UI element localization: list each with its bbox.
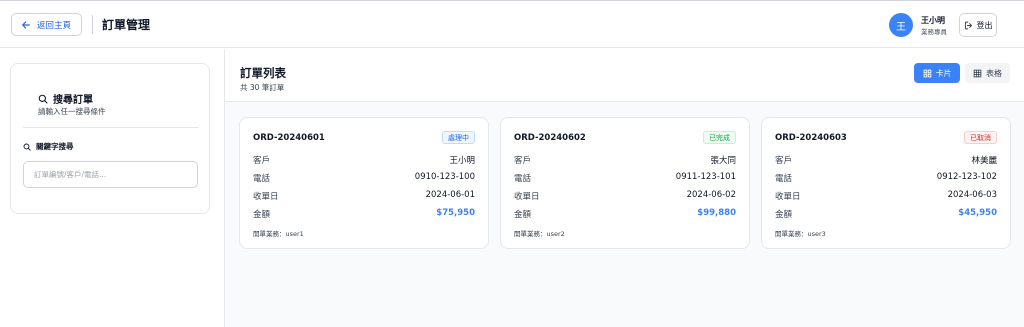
view-table-label: 表格 <box>986 68 1002 78</box>
order-card[interactable]: ORD-20240602 已完成 客戶 張大同 電話 0911-123-101 收單… <box>500 117 750 249</box>
avatar[interactable]: 王 <box>889 13 913 37</box>
phone-row: 電話 0912-123-102 <box>775 172 997 184</box>
status-badge: 已取消 <box>964 131 997 144</box>
page-title: 訂單管理 <box>102 18 151 32</box>
date-label: 收單日 <box>514 192 540 202</box>
customer-value: 張大同 <box>710 156 736 166</box>
logout-icon <box>964 21 972 29</box>
customer-value: 王小明 <box>449 156 475 166</box>
user-role: 業務專員 <box>921 28 947 36</box>
header-divider <box>92 15 93 34</box>
list-title: 訂單列表 <box>240 66 286 80</box>
status-badge: 處理中 <box>442 131 475 144</box>
back-home-button[interactable]: 返回主頁 <box>11 13 82 36</box>
search-title: 搜尋訂單 <box>53 95 93 106</box>
customer-row: 客戶 林美麗 <box>775 154 997 166</box>
amount-row: 金額 $75,950 <box>253 208 475 220</box>
status-badge: 已完成 <box>703 131 736 144</box>
main-content: 訂單列表 共 30 筆訂單 卡片 表格 ORD-20240601 處理中 客戶 王… <box>225 49 1024 327</box>
phone-row: 電話 0911-123-101 <box>514 172 736 184</box>
amount-row: 金額 $99,880 <box>514 208 736 220</box>
amount-label: 金額 <box>514 210 532 220</box>
keyword-label: 關鍵字搜尋 <box>36 142 74 151</box>
keyword-search-input[interactable] <box>23 161 198 188</box>
grid-icon <box>923 69 931 77</box>
amount-value: $99,880 <box>697 208 736 218</box>
back-home-label: 返回主頁 <box>37 20 72 31</box>
sales-person: 開單業務：user1 <box>253 230 304 238</box>
sales-person: 開單業務：user3 <box>775 230 826 238</box>
amount-label: 金額 <box>253 210 271 220</box>
date-value: 2024-06-01 <box>425 190 475 200</box>
date-row: 收單日 2024-06-01 <box>253 190 475 202</box>
order-card[interactable]: ORD-20240603 已取消 客戶 林美麗 電話 0912-123-102 收單… <box>761 117 1011 249</box>
order-card[interactable]: ORD-20240601 處理中 客戶 王小明 電話 0910-123-100 收單… <box>239 117 489 249</box>
phone-label: 電話 <box>775 174 793 184</box>
order-count: 共 30 筆訂單 <box>240 83 285 92</box>
top-bar: 返回主頁 訂單管理 王 王小明 業務專員 登出 <box>0 0 1024 48</box>
logout-button[interactable]: 登出 <box>959 13 997 37</box>
search-icon <box>23 143 31 151</box>
amount-value: $45,950 <box>958 208 997 218</box>
sidebar: 搜尋訂單 請輸入任一搜尋條件 關鍵字搜尋 <box>0 49 225 327</box>
phone-label: 電話 <box>253 174 271 184</box>
date-value: 2024-06-02 <box>686 190 736 200</box>
keyword-label-row: 關鍵字搜尋 <box>23 141 74 152</box>
phone-value: 0911-123-101 <box>675 172 736 182</box>
date-value: 2024-06-03 <box>947 190 997 200</box>
phone-row: 電話 0910-123-100 <box>253 172 475 184</box>
search-divider <box>23 127 199 128</box>
order-id: ORD-20240603 <box>775 133 847 143</box>
view-table-button[interactable]: 表格 <box>965 63 1010 83</box>
amount-label: 金額 <box>775 210 793 220</box>
customer-row: 客戶 王小明 <box>253 154 475 166</box>
order-id: ORD-20240602 <box>514 133 586 143</box>
search-title-row: 搜尋訂單 <box>38 91 93 106</box>
customer-label: 客戶 <box>253 156 271 166</box>
phone-value: 0912-123-102 <box>936 172 997 182</box>
search-panel: 搜尋訂單 請輸入任一搜尋條件 關鍵字搜尋 <box>10 63 210 214</box>
amount-row: 金額 $45,950 <box>775 208 997 220</box>
phone-label: 電話 <box>514 174 532 184</box>
amount-value: $75,950 <box>436 208 475 218</box>
date-label: 收單日 <box>775 192 801 202</box>
customer-row: 客戶 張大同 <box>514 154 736 166</box>
logout-label: 登出 <box>976 20 993 30</box>
table-icon <box>973 69 982 77</box>
view-card-button[interactable]: 卡片 <box>914 63 960 83</box>
date-row: 收單日 2024-06-03 <box>775 190 997 202</box>
customer-label: 客戶 <box>775 156 793 166</box>
list-header: 訂單列表 共 30 筆訂單 卡片 表格 <box>225 49 1024 102</box>
search-subtitle: 請輸入任一搜尋條件 <box>38 107 106 116</box>
order-id: ORD-20240601 <box>253 133 325 143</box>
customer-label: 客戶 <box>514 156 532 166</box>
search-icon <box>38 94 48 104</box>
user-name: 王小明 <box>921 16 945 25</box>
arrow-left-icon <box>22 21 30 28</box>
customer-value: 林美麗 <box>971 156 997 166</box>
sales-person: 開單業務：user2 <box>514 230 565 238</box>
view-card-label: 卡片 <box>935 68 952 78</box>
date-label: 收單日 <box>253 192 279 202</box>
phone-value: 0910-123-100 <box>414 172 475 182</box>
date-row: 收單日 2024-06-02 <box>514 190 736 202</box>
